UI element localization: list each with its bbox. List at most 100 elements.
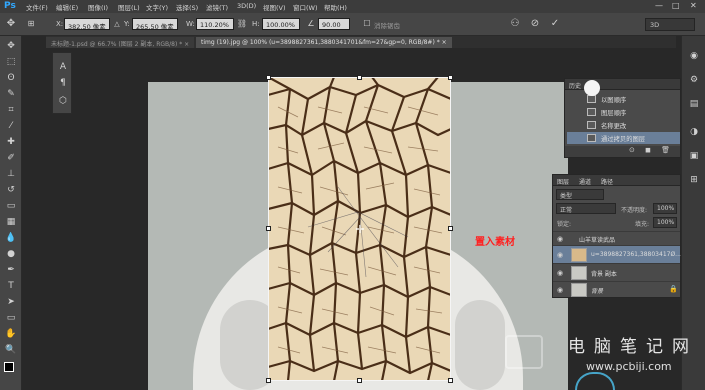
tab-paths[interactable]: 路径 [601,177,613,186]
path-select-icon[interactable]: ➤ [4,296,18,308]
menu-layer[interactable]: 图层(L) [118,2,140,12]
eye-icon[interactable]: ◉ [557,286,563,294]
eye-icon[interactable]: ◉ [557,251,563,259]
minimize-button[interactable]: — [655,1,663,10]
transform-handle-bottom[interactable] [357,378,362,383]
history-step-icon [587,121,596,129]
tab-history[interactable]: 历史 [569,81,581,90]
cancel-transform-icon[interactable]: ⊘ [528,17,542,31]
transform-handle-top-right[interactable] [448,75,453,80]
menu-type[interactable]: 文字(Y) [146,2,168,12]
transform-handle-left[interactable] [266,226,271,231]
lock-label: 锁定: [557,221,572,228]
eyedropper-tool-icon[interactable]: ⁄ [4,120,18,132]
reference-point-icon[interactable]: ⊞ [24,17,38,31]
transform-handle-bottom-right[interactable] [448,378,453,383]
layer-row[interactable]: ◉ 背景 🔒 [553,281,680,298]
layer-filter-select[interactable]: 类型 [556,189,604,200]
brush-tool-icon[interactable]: ✐ [4,152,18,164]
tab-untitled[interactable]: 未标题-1.psd @ 66.7% (图层 2 副本, RGB/8) * × [46,37,195,48]
x-position-field[interactable]: 382.50 像素 [64,18,110,31]
navigator-icon[interactable]: ⚙ [687,74,701,86]
zoom-tool-icon[interactable]: 🔍 [4,344,18,356]
swatches-icon[interactable]: ⊞ [687,174,701,186]
history-item[interactable]: 名称更改 [567,119,680,131]
tab-channels[interactable]: 通道 [579,177,591,186]
move-tool-icon[interactable]: ✥ [4,40,18,52]
move-tool-icon[interactable]: ✥ [4,17,18,31]
transform-handle-top[interactable] [357,75,362,80]
warp-icon[interactable]: ⚇ [508,17,522,31]
menu-edit[interactable]: 编辑(E) [56,2,78,12]
options-bar: ✥ ⊞ X: 382.50 像素 △ Y: 265.50 像素 W: 110.2… [0,13,705,36]
blur-tool-icon[interactable]: 💧 [4,232,18,244]
eye-icon[interactable]: ◉ [557,235,563,243]
eye-icon[interactable]: ◉ [557,269,563,277]
crop-tool-icon[interactable]: ⌗ [4,104,18,116]
3d-panel-icon[interactable]: ⬡ [56,95,70,107]
paragraph-panel-icon[interactable]: ¶ [56,77,70,89]
angle-field[interactable]: 90.00 [318,18,350,30]
lasso-tool-icon[interactable]: ʘ [4,72,18,84]
width-field[interactable]: 110.20% [196,18,234,30]
menu-window[interactable]: 窗口(W) [293,2,318,12]
commit-transform-icon[interactable]: ✓ [548,17,562,31]
watermark-url: www.pcbiji.com [586,360,672,373]
opacity-field[interactable]: 100% [653,203,677,214]
history-footer-icons[interactable]: ⊙ ◼ 🗑 [565,146,680,157]
stamp-tool-icon[interactable]: ⊥ [4,168,18,180]
menu-filter[interactable]: 滤镜(T) [206,2,228,12]
shape-tool-icon[interactable]: ▭ [4,312,18,324]
menu-view[interactable]: 视图(V) [263,2,286,12]
menu-image[interactable]: 图像(I) [88,2,108,12]
type-tool-icon[interactable]: T [4,280,18,292]
y-position-field[interactable]: 265.50 像素 [132,18,178,31]
transform-handle-right[interactable] [448,226,453,231]
history-step-icon [587,134,596,142]
layer-row-selected[interactable]: ◉ u=3898827361,38803417Ø... [553,245,681,263]
transform-handle-bottom-left[interactable] [266,378,271,383]
healing-tool-icon[interactable]: ✚ [4,136,18,148]
histogram-icon[interactable]: ▤ [687,98,701,110]
maximize-button[interactable]: □ [672,1,680,10]
eye-panel-icon[interactable]: ◉ [687,50,701,62]
close-button[interactable]: ✕ [690,1,697,10]
transform-center-icon[interactable]: ✛ [355,224,365,235]
layer-row[interactable]: ◉ 山羊草读武品 [553,231,680,245]
link-icon[interactable]: ⛓ [235,17,249,31]
transform-handle-top-left[interactable] [266,75,271,80]
gradient-tool-icon[interactable]: ▦ [4,216,18,228]
eraser-tool-icon[interactable]: ▭ [4,200,18,212]
history-item[interactable]: 图层顺序 [567,106,680,118]
tab-layers[interactable]: 图层 [557,177,569,186]
styles-icon[interactable]: ▣ [687,150,701,162]
workspace-select[interactable]: 3D [645,18,695,31]
fill-field[interactable]: 100% [653,217,677,228]
height-field[interactable]: 100.00% [262,18,300,30]
pen-tool-icon[interactable]: ✒ [4,264,18,276]
marquee-tool-icon[interactable]: ⬚ [4,56,18,68]
character-panel-icon[interactable]: A [56,61,70,73]
tab-timg[interactable]: timg (19).jpg @ 100% (u=3898827361,38803… [196,37,452,48]
relative-position-icon[interactable]: △ [110,17,124,31]
dodge-tool-icon[interactable]: ● [4,248,18,260]
history-item-selected[interactable]: 通过拷贝的图层 [567,132,680,144]
history-brush-icon[interactable]: ↺ [4,184,18,196]
layer-row[interactable]: ◉ 背景 副本 [553,263,680,281]
menu-file[interactable]: 文件(F) [26,2,48,12]
menu-help[interactable]: 帮助(H) [324,2,347,12]
annotation-label: 置入素材 [475,237,515,248]
history-item-label: 名称更改 [601,123,627,130]
blend-mode-select[interactable]: 正常 [556,203,616,214]
lock-icon: 🔒 [669,285,678,293]
foreground-color-swatch[interactable] [4,362,14,372]
adjustments-icon[interactable]: ◑ [687,126,701,138]
history-item[interactable]: 以图顺序 [567,93,680,105]
menu-select[interactable]: 选择(S) [176,2,198,12]
mouse-cursor [584,80,600,96]
history-panel: 历史 以图顺序 图层顺序 名称更改 通过拷贝的图层 ⊙ ◼ 🗑 [564,78,681,158]
quick-select-tool-icon[interactable]: ✎ [4,88,18,100]
antialias-checkbox[interactable]: ☐ [360,17,374,31]
hand-tool-icon[interactable]: ✋ [4,328,18,340]
menu-3d[interactable]: 3D(D) [237,2,256,10]
